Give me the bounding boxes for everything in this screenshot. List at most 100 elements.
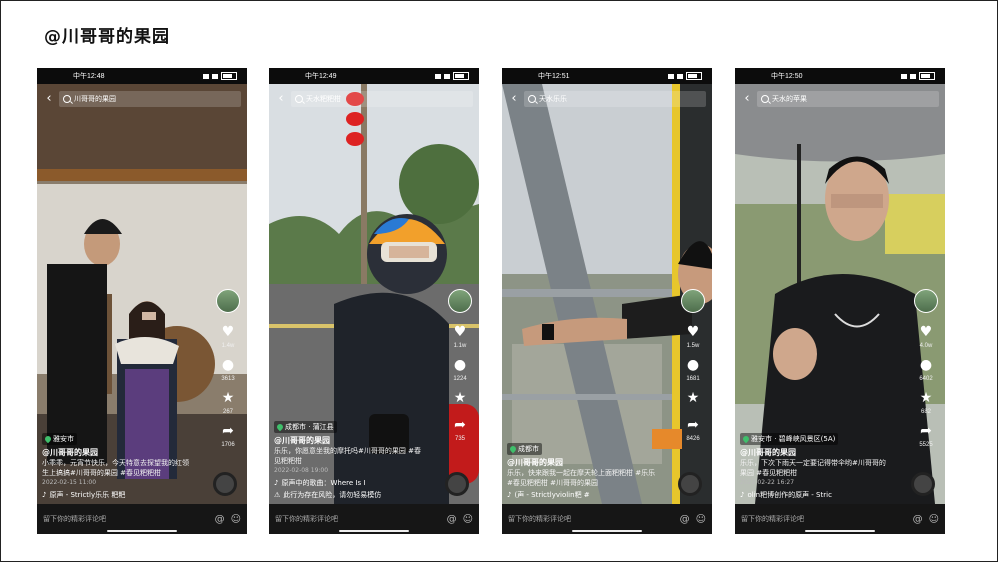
share-icon[interactable]: ➦ — [687, 418, 699, 432]
at-icon[interactable]: @ — [447, 514, 457, 525]
search-input[interactable]: 天水乐乐 — [524, 91, 706, 107]
author-name[interactable]: @川哥哥的果园 — [274, 436, 424, 446]
action-sidebar: ♥ 1.4w ● 3613 ★ 267 ➦ 1706 — [215, 289, 241, 453]
emoji-icon[interactable]: ☺ — [929, 514, 939, 525]
warning-text: 此行为存在风险，请勿轻易模仿 — [283, 491, 382, 499]
share-icon[interactable]: ➦ — [222, 424, 234, 438]
location-pin-icon — [508, 444, 518, 454]
star-icon[interactable]: ★ — [920, 391, 933, 405]
search-bar[interactable]: ‹ 川哥哥的果园 — [43, 90, 241, 108]
battery-icon — [453, 72, 469, 80]
action-sidebar: ♥ 1.5w ● 1681 ★ ➦ 8426 — [680, 289, 706, 447]
video-screen[interactable]: ‹ 天水乐乐 ♥ 1.5w ● 1681 ★ ➦ 8426 成都市 @川哥哥的果… — [502, 84, 712, 504]
video-screen[interactable]: ‹ 天水粑粑柑 ♥ 1.1w ● 1224 ★ ➦ 735 成都市 · 蒲江县 … — [269, 84, 479, 504]
music-note-icon: ♪ — [274, 479, 279, 487]
back-icon[interactable]: ‹ — [275, 90, 287, 108]
comment-bar[interactable]: 留下你的精彩评论吧 @ ☺ — [269, 504, 479, 534]
music-note-icon: ♪ — [42, 491, 47, 499]
music-info[interactable]: ♪ (声 - Strictlyviolin粑 # — [507, 490, 657, 500]
status-icons — [203, 72, 237, 80]
search-input[interactable]: 川哥哥的果园 — [59, 91, 241, 107]
music-disc-icon[interactable] — [678, 472, 702, 496]
search-input[interactable]: 天水粑粑柑 — [291, 91, 473, 107]
avatar[interactable] — [216, 289, 240, 313]
heart-icon[interactable]: ♥ — [454, 325, 467, 339]
share-count: 1706 — [221, 442, 235, 448]
heart-icon[interactable]: ♥ — [687, 325, 700, 339]
location-tag[interactable]: 成都市 · 蒲江县 — [274, 421, 337, 433]
share-icon[interactable]: ➦ — [920, 424, 932, 438]
home-indicator — [805, 530, 875, 532]
share-count: 735 — [454, 436, 465, 442]
comment-icon[interactable]: ● — [454, 358, 466, 372]
at-icon[interactable]: @ — [680, 514, 690, 525]
emoji-icon[interactable]: ☺ — [231, 514, 241, 525]
share-count: 5525 — [919, 442, 933, 448]
comment-input[interactable]: 留下你的精彩评论吧 — [508, 514, 674, 524]
location-tag[interactable]: 雅安市 · 碧峰峡风景区(5A) — [740, 433, 839, 445]
author-name[interactable]: @川哥哥的果园 — [42, 448, 192, 458]
search-input[interactable]: 天水的苹果 — [757, 91, 939, 107]
search-text: 天水粑粑柑 — [306, 95, 341, 103]
music-text: (声 - Strictlyviolin粑 # — [514, 491, 590, 499]
comment-icon[interactable]: ● — [920, 358, 932, 372]
video-screen[interactable]: ‹ 天水的苹果 ♥ 4.0w ● 6402 ★ 682 ➦ 5525 雅安市 ·… — [735, 84, 945, 504]
song-info[interactable]: ♪ 原声中的歌曲：Where Is I — [274, 478, 424, 488]
like-count: 4.0w — [919, 343, 933, 349]
comment-count: 1681 — [686, 376, 700, 382]
comment-count: 1224 — [453, 376, 467, 382]
avatar[interactable] — [914, 289, 938, 313]
comment-icon[interactable]: ● — [687, 358, 699, 372]
avatar[interactable] — [681, 289, 705, 313]
music-note-icon: ♪ — [507, 491, 512, 499]
comment-count: 6402 — [919, 376, 933, 382]
heart-icon[interactable]: ♥ — [222, 325, 235, 339]
star-icon[interactable]: ★ — [687, 391, 700, 405]
video-caption: 乐乐，你愿意坐我的摩托吗#川哥哥的果园 #春见粑粑柑 — [274, 447, 421, 465]
video-info: 成都市 · 蒲江县 @川哥哥的果园 乐乐，你愿意坐我的摩托吗#川哥哥的果园 #春… — [274, 421, 424, 500]
comment-bar[interactable]: 留下你的精彩评论吧 @ ☺ — [502, 504, 712, 534]
emoji-icon[interactable]: ☺ — [696, 514, 706, 525]
phone-screenshot-1: 中午12:48 ‹ 川哥哥的果园 ♥ 1.4w ● 3613 ★ 267 ➦ 1… — [37, 68, 247, 534]
music-info[interactable]: ♪ olin粑博创作的原声 - Stric — [740, 490, 890, 500]
at-icon[interactable]: @ — [215, 514, 225, 525]
location-tag[interactable]: 雅安市 — [42, 433, 77, 445]
music-info[interactable]: ♪ 原声 - Strictly乐乐 粑粑 — [42, 490, 192, 500]
comment-input[interactable]: 留下你的精彩评论吧 — [43, 514, 209, 524]
heart-icon[interactable]: ♥ — [920, 325, 933, 339]
comment-bar[interactable]: 留下你的精彩评论吧 @ ☺ — [37, 504, 247, 534]
phone-screenshot-3: 中午12:51 ‹ 天水乐乐 ♥ 1.5w ● 1681 ★ ➦ 8426 成都… — [502, 68, 712, 534]
music-disc-icon[interactable] — [213, 472, 237, 496]
search-icon — [63, 95, 71, 103]
location-tag[interactable]: 成都市 — [507, 443, 542, 455]
status-bar: 中午12:49 — [269, 68, 479, 84]
back-icon[interactable]: ‹ — [43, 90, 55, 108]
music-note-icon: ♪ — [740, 491, 745, 499]
author-name[interactable]: @川哥哥的果园 — [507, 458, 657, 468]
comment-input[interactable]: 留下你的精彩评论吧 — [275, 514, 441, 524]
emoji-icon[interactable]: ☺ — [463, 514, 473, 525]
search-bar[interactable]: ‹ 天水乐乐 — [508, 90, 706, 108]
search-bar[interactable]: ‹ 天水粑粑柑 — [275, 90, 473, 108]
star-icon[interactable]: ★ — [454, 391, 467, 405]
at-icon[interactable]: @ — [913, 514, 923, 525]
post-date: 2022-02-15 11:00 — [42, 479, 97, 486]
back-icon[interactable]: ‹ — [741, 90, 753, 108]
music-disc-icon[interactable] — [445, 472, 469, 496]
music-disc-icon[interactable] — [911, 472, 935, 496]
video-screen[interactable]: ‹ 川哥哥的果园 ♥ 1.4w ● 3613 ★ 267 ➦ 1706 雅安市 … — [37, 84, 247, 504]
search-text: 川哥哥的果园 — [74, 95, 116, 103]
author-name[interactable]: @川哥哥的果园 — [740, 448, 890, 458]
search-bar[interactable]: ‹ 天水的苹果 — [741, 90, 939, 108]
comment-input[interactable]: 留下你的精彩评论吧 — [741, 514, 907, 524]
comment-icon[interactable]: ● — [222, 358, 234, 372]
search-icon — [761, 95, 769, 103]
star-icon[interactable]: ★ — [222, 391, 235, 405]
comment-bar[interactable]: 留下你的精彩评论吧 @ ☺ — [735, 504, 945, 534]
video-info: 雅安市 · 碧峰峡风景区(5A) @川哥哥的果园 乐乐，下次下雨天一定要记得带伞… — [740, 433, 890, 500]
search-text: 天水的苹果 — [772, 95, 807, 103]
back-icon[interactable]: ‹ — [508, 90, 520, 108]
favorite-count: 267 — [222, 409, 233, 415]
share-icon[interactable]: ➦ — [454, 418, 466, 432]
avatar[interactable] — [448, 289, 472, 313]
